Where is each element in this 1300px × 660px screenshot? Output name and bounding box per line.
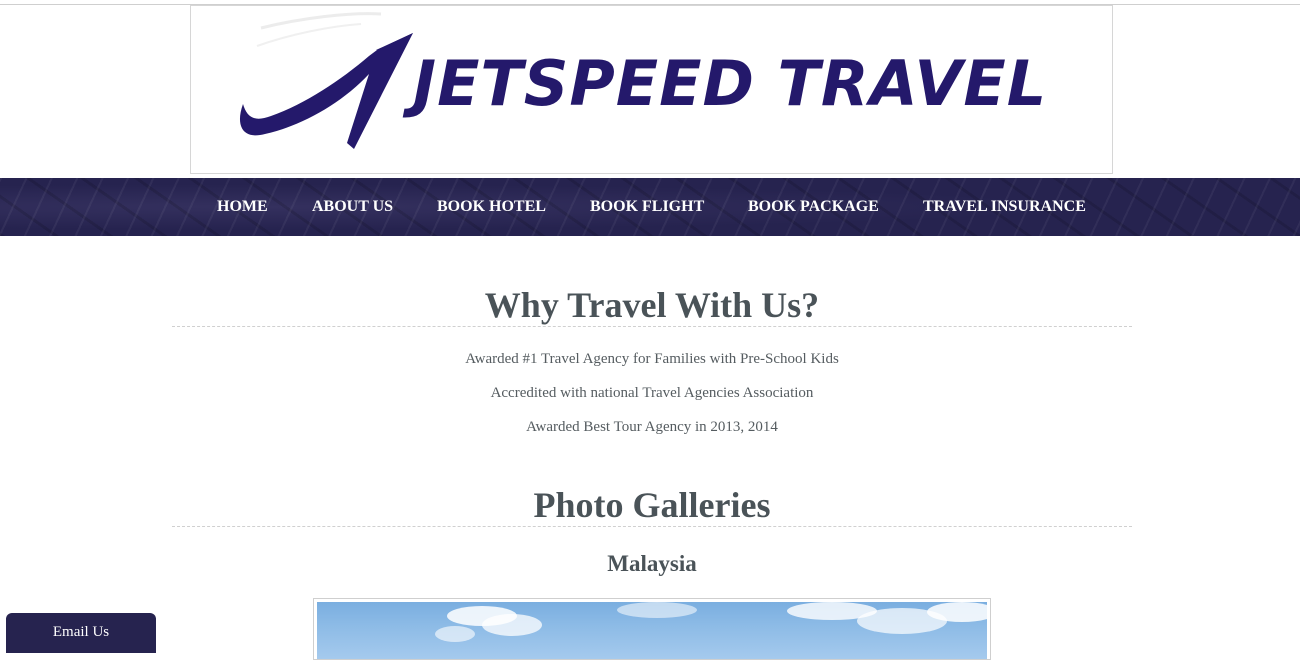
nav-home[interactable]: HOME: [217, 198, 268, 216]
nav-travel-insurance[interactable]: TRAVEL INSURANCE: [923, 198, 1086, 216]
brand-name: JETSPEED TRAVEL: [413, 47, 1048, 120]
section-divider: [172, 326, 1132, 327]
feature-item: Awarded Best Tour Agency in 2013, 2014: [526, 419, 778, 435]
email-us-button[interactable]: Email Us: [6, 613, 156, 653]
nav-book-flight[interactable]: BOOK FLIGHT: [590, 198, 704, 216]
nav-about-us[interactable]: ABOUT US: [312, 198, 393, 216]
nav-book-package[interactable]: BOOK PACKAGE: [748, 198, 879, 216]
feature-item: Accredited with national Travel Agencies…: [490, 385, 814, 401]
site-logo[interactable]: JETSPEED TRAVEL: [190, 5, 1113, 174]
main-navigation: HOME ABOUT US BOOK HOTEL BOOK FLIGHT BOO…: [0, 178, 1300, 236]
nav-book-hotel[interactable]: BOOK HOTEL: [437, 198, 546, 216]
feature-item: Awarded #1 Travel Agency for Families wi…: [465, 351, 839, 367]
photo-galleries-heading: Photo Galleries: [533, 485, 771, 525]
section-divider: [172, 526, 1132, 527]
gallery-title-malaysia: Malaysia: [607, 551, 697, 576]
gallery-photo-frame[interactable]: [313, 598, 991, 660]
why-travel-heading: Why Travel With Us?: [484, 285, 820, 325]
malaysia-sky-photo: [317, 602, 987, 659]
